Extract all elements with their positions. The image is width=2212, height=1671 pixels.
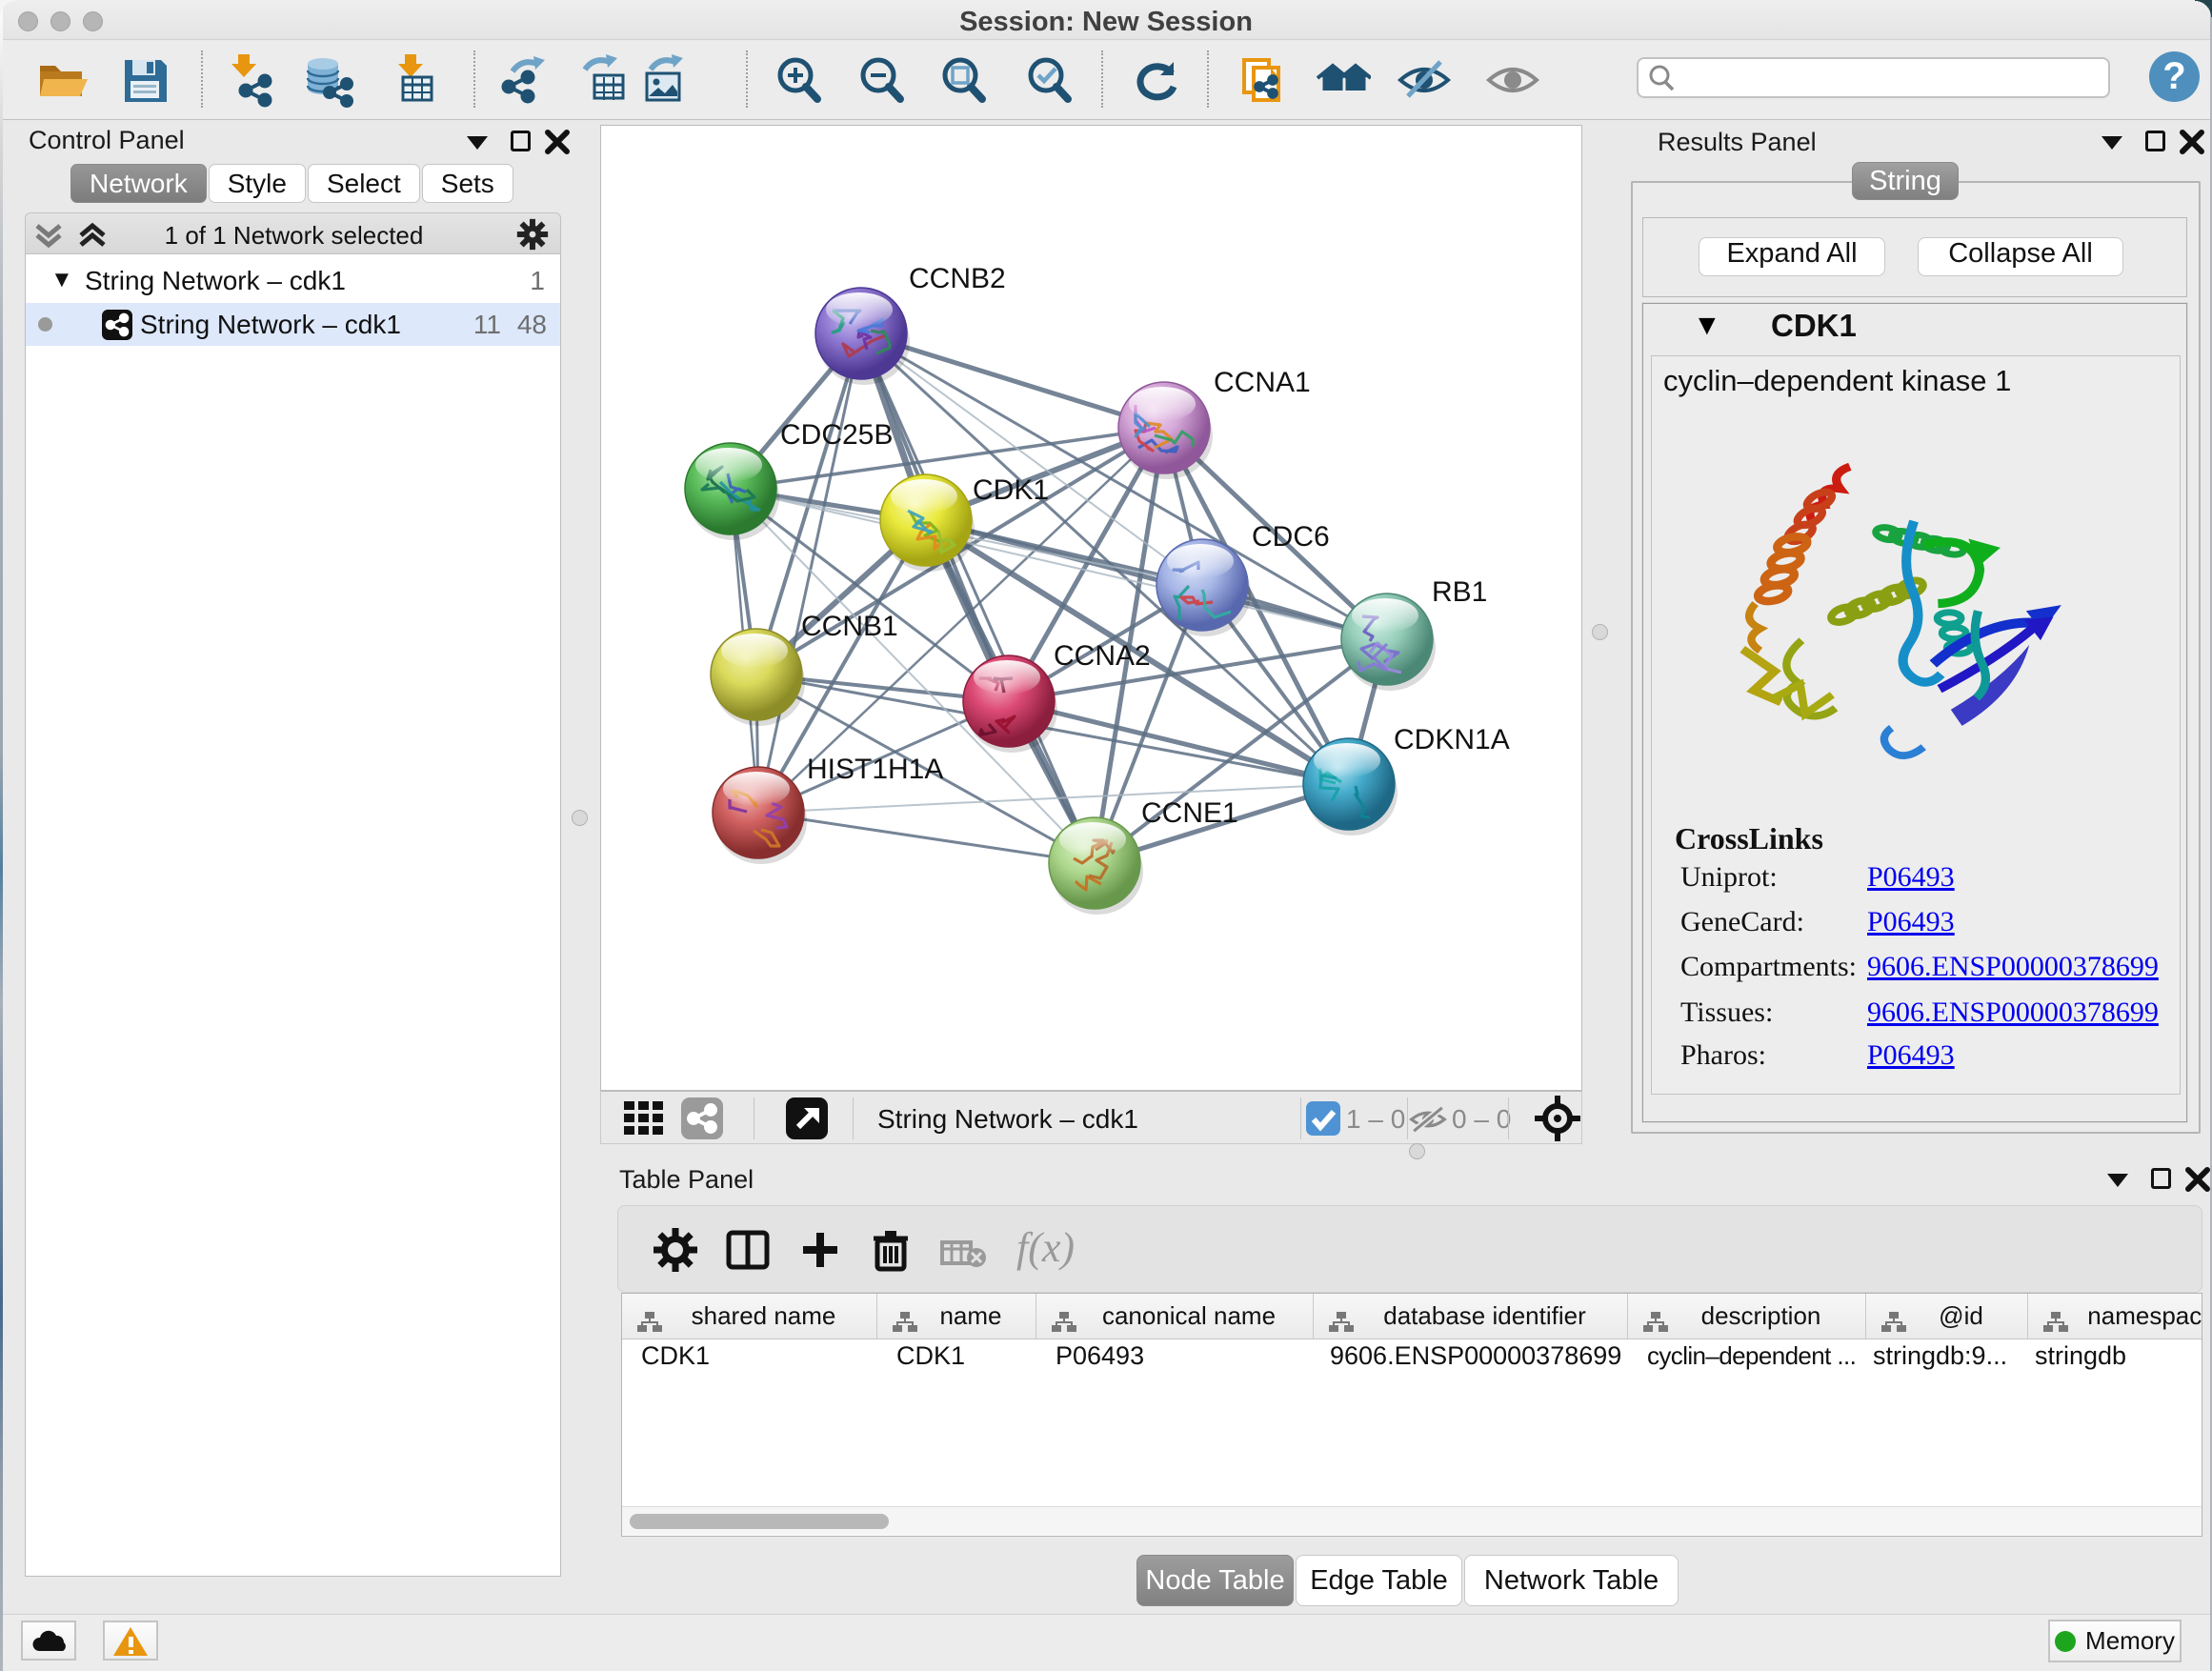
svg-text:CCNB2: CCNB2 [909, 263, 1006, 294]
svg-text:CCNA1: CCNA1 [1214, 367, 1311, 398]
svg-text:HIST1H1A: HIST1H1A [807, 754, 943, 785]
svg-text:CCNE1: CCNE1 [1141, 797, 1238, 829]
svg-text:CCNB1: CCNB1 [801, 611, 898, 642]
svg-text:CCNA2: CCNA2 [1054, 640, 1151, 672]
svg-text:CDK1: CDK1 [973, 474, 1049, 506]
svg-text:RB1: RB1 [1432, 576, 1487, 608]
svg-text:CDC25B: CDC25B [780, 419, 893, 451]
svg-text:CDC6: CDC6 [1252, 521, 1330, 553]
svg-text:CDKN1A: CDKN1A [1394, 724, 1510, 755]
